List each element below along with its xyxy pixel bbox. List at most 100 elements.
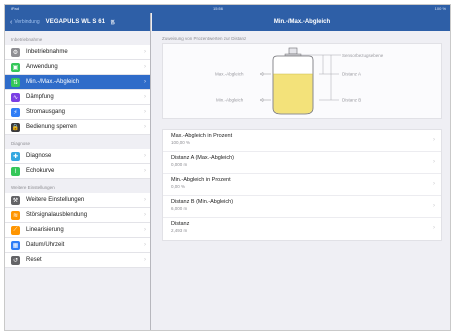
adjustment-diagram: Sensorbezugsebene Max.-Abgleich Min.-Abg… <box>162 43 442 119</box>
current-output-icon: ⚡ <box>11 107 20 117</box>
sidebar-section-header: Weitere Einstellungen <box>11 185 55 190</box>
lock-icon: 🔒 <box>11 122 20 132</box>
page-title: Min.-/Max.-Abgleich <box>152 13 450 31</box>
gear-icon: ⚙ <box>11 47 20 57</box>
sidebar-item[interactable]: ⌇ Echokurve › <box>5 164 150 179</box>
bluetooth-icon: ᯾ <box>110 20 116 26</box>
parameter-row[interactable]: Distanz 2,493 m › <box>163 218 441 240</box>
sidebar-item-label: Reset <box>26 257 42 263</box>
sidebar-section-header: Diagnose <box>11 141 31 146</box>
sidebar-item-label: Inbetriebnahme <box>26 49 68 55</box>
sidebar-item[interactable]: ⚒ Weitere Einstellungen › <box>5 193 150 208</box>
chevron-right-icon: › <box>433 137 435 143</box>
chevron-right-icon: › <box>144 94 146 100</box>
parameter-title: Distanz B (Min.-Abgleich) <box>171 199 234 205</box>
chevron-right-icon: › <box>433 159 435 165</box>
max-arrow-icon <box>259 72 264 76</box>
chevron-right-icon: › <box>144 64 146 70</box>
chevron-right-icon: › <box>144 153 146 159</box>
label-sensor-reference-plane: Sensorbezugsebene <box>342 53 384 58</box>
sidebar-item-label: Stromausgang <box>26 109 66 115</box>
chevron-right-icon: › <box>144 168 146 174</box>
parameter-row[interactable]: Min.-Abgleich in Prozent 0,00 % › <box>163 174 441 196</box>
app-window: iPad 15:56 100 % ‹ Verbindung VEGAPULS W… <box>4 4 451 331</box>
parameter-title: Distanz <box>171 221 190 227</box>
calendar-icon: ▦ <box>11 240 20 250</box>
sidebar-item-label: Min.-/Max.-Abgleich <box>26 79 80 85</box>
min-arrow-icon <box>259 98 264 102</box>
sidebar-item-label: Anwendung <box>26 64 58 70</box>
device-title: VEGAPULS WL S 61 <box>45 19 106 25</box>
adjustment-icon: ⇅ <box>11 77 20 87</box>
linearization-icon: ⟋ <box>11 225 20 235</box>
sidebar-item-label: Störsignalausblendung <box>26 212 88 218</box>
sidebar-item-label: Bedienung sperren <box>26 124 77 130</box>
tank-fill <box>273 74 313 114</box>
chevron-right-icon: › <box>144 212 146 218</box>
parameter-title: Distanz A (Max.-Abgleich) <box>171 155 234 161</box>
parameter-row[interactable]: Distanz B (Min.-Abgleich) 6,000 m › <box>163 196 441 218</box>
parameter-value: 0,00 % <box>171 184 186 189</box>
parameter-value: 100,00 % <box>171 140 191 145</box>
status-battery: 100 % <box>434 6 446 11</box>
wrench-icon: ⚒ <box>11 195 20 205</box>
parameter-row[interactable]: Distanz A (Max.-Abgleich) 0,000 m › <box>163 152 441 174</box>
diagram-caption: Zuweisung von Prozentwerten zur Distanz <box>162 36 247 41</box>
parameter-row[interactable]: Max.-Abgleich in Prozent 100,00 % › <box>163 130 441 152</box>
chevron-right-icon: › <box>433 225 435 231</box>
chevron-left-icon[interactable]: ‹ <box>10 19 12 26</box>
status-time: 15:56 <box>213 6 224 11</box>
sidebar-item[interactable]: ⚙ Inbetriebnahme › <box>5 45 150 60</box>
sidebar-item-label: Datum/Uhrzeit <box>26 242 65 248</box>
sidebar-item-label: Weitere Einstellungen <box>26 197 85 203</box>
sidebar-item[interactable]: ≋ Störsignalausblendung › <box>5 208 150 223</box>
sidebar-item[interactable]: ↺ Reset › <box>5 253 150 268</box>
status-device: iPad <box>11 6 20 11</box>
chevron-right-icon: › <box>433 203 435 209</box>
sidebar-item-label: Linearisierung <box>26 227 64 233</box>
diagnosis-icon: ✚ <box>11 151 20 161</box>
sidebar-item[interactable]: ▦ Datum/Uhrzeit › <box>5 238 150 253</box>
sidebar-item-label: Dämpfung <box>26 94 54 100</box>
chevron-right-icon: › <box>433 181 435 187</box>
parameter-value: 2,493 m <box>171 228 188 233</box>
back-button[interactable]: Verbindung <box>14 19 39 25</box>
sidebar-item-label: Echokurve <box>26 168 55 174</box>
chevron-right-icon: › <box>144 227 146 233</box>
interference-icon: ≋ <box>11 210 20 220</box>
chevron-right-icon: › <box>144 109 146 115</box>
sidebar: ‹ Verbindung VEGAPULS WL S 61 ᯾ Inbetrie… <box>5 13 151 330</box>
application-icon: ▣ <box>11 62 20 72</box>
sidebar-item[interactable]: ✚ Diagnose › <box>5 149 150 164</box>
chevron-right-icon: › <box>144 242 146 248</box>
sidebar-item[interactable]: 🔒 Bedienung sperren › <box>5 120 150 135</box>
sidebar-item[interactable]: ⇅ Min.-/Max.-Abgleich › <box>5 75 150 90</box>
sidebar-section-header: Inbetriebnahme <box>11 37 43 42</box>
parameter-value: 0,000 m <box>171 162 188 167</box>
chevron-right-icon: › <box>144 79 146 85</box>
chevron-right-icon: › <box>144 257 146 263</box>
sidebar-item[interactable]: ⚡ Stromausgang › <box>5 105 150 120</box>
chevron-right-icon: › <box>144 197 146 203</box>
label-distance-a: Distanz A <box>342 72 361 77</box>
parameter-title: Max.-Abgleich in Prozent <box>171 133 233 139</box>
main-panel: Min.-/Max.-Abgleich Zuweisung von Prozen… <box>152 13 450 330</box>
sidebar-item[interactable]: ▣ Anwendung › <box>5 60 150 75</box>
sidebar-sections: Inbetriebnahme ⚙ Inbetriebnahme › ▣ Anwendung… <box>5 31 150 268</box>
label-distance-b: Distanz B <box>342 98 361 103</box>
echo-curve-icon: ⌇ <box>11 166 20 176</box>
chevron-right-icon: › <box>144 124 146 130</box>
tank-diagram: Sensorbezugsebene Max.-Abgleich Min.-Abg… <box>215 47 384 115</box>
label-min-adjustment: Min.-Abgleich <box>216 98 244 103</box>
sidebar-nav-bar: ‹ Verbindung VEGAPULS WL S 61 ᯾ <box>5 13 150 31</box>
parameter-list: Max.-Abgleich in Prozent 100,00 % › Distanz… <box>162 129 442 241</box>
sidebar-item-label: Diagnose <box>26 153 52 159</box>
reset-icon: ↺ <box>11 255 20 265</box>
parameter-title: Min.-Abgleich in Prozent <box>171 177 231 183</box>
damping-icon: ∿ <box>11 92 20 102</box>
sidebar-item[interactable]: ⟋ Linearisierung › <box>5 223 150 238</box>
sidebar-item[interactable]: ∿ Dämpfung › <box>5 90 150 105</box>
label-max-adjustment: Max.-Abgleich <box>215 72 244 77</box>
sensor-icon <box>288 47 298 55</box>
status-bar: iPad 15:56 100 % <box>5 5 450 13</box>
